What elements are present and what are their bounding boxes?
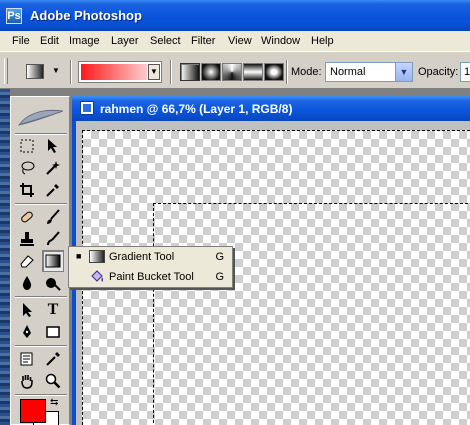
notes-icon[interactable] xyxy=(16,348,38,370)
magic-wand-icon[interactable] xyxy=(42,157,64,179)
hand-icon[interactable] xyxy=(16,370,38,392)
chevron-down-icon: ▼ xyxy=(52,66,60,75)
menu-window[interactable]: Window xyxy=(261,35,300,47)
options-grip[interactable] xyxy=(4,58,8,84)
type-icon[interactable]: T xyxy=(42,299,64,321)
toolbox-divider xyxy=(15,394,67,396)
radial-gradient-button[interactable] xyxy=(201,63,221,81)
opacity-input[interactable]: 1 xyxy=(460,62,470,82)
menu-filter[interactable]: Filter xyxy=(191,35,215,47)
document-title: rahmen @ 66,7% (Layer 1, RGB/8) xyxy=(100,102,293,116)
mode-select[interactable]: Normal ▼ xyxy=(325,62,413,82)
dodge-icon[interactable] xyxy=(42,272,64,294)
path-select-icon[interactable] xyxy=(16,299,38,321)
document-titlebar[interactable]: rahmen @ 66,7% (Layer 1, RGB/8) xyxy=(72,96,470,121)
zoom-icon[interactable] xyxy=(42,370,64,392)
menu-layer[interactable]: Layer xyxy=(111,35,139,47)
selected-bullet-icon: ■ xyxy=(76,251,82,261)
flyout-item-shortcut: G xyxy=(215,271,224,283)
toolbox: T ⇆ xyxy=(10,96,70,425)
photoshop-logo-icon: Ps xyxy=(6,8,22,24)
options-bar: ▼ ▼ Mode: Normal ▼ Opacity: 1 xyxy=(0,51,470,89)
tool-flyout-menu: ■ Gradient Tool G Paint Bucket Tool G xyxy=(68,246,233,288)
chevron-down-icon[interactable]: ▼ xyxy=(395,63,412,81)
reflected-gradient-button[interactable] xyxy=(243,63,263,81)
brush-icon[interactable] xyxy=(42,206,64,228)
selection-marquee xyxy=(153,203,470,425)
menu-image[interactable]: Image xyxy=(69,35,100,47)
options-divider xyxy=(286,60,288,84)
flyout-item-gradient-tool[interactable]: ■ Gradient Tool G xyxy=(69,247,232,267)
linear-gradient-button[interactable] xyxy=(180,63,200,81)
blur-icon[interactable] xyxy=(16,272,38,294)
flyout-item-label: Paint Bucket Tool xyxy=(109,271,194,283)
pen-icon[interactable] xyxy=(16,321,38,343)
healing-brush-icon[interactable] xyxy=(16,206,38,228)
crop-icon[interactable] xyxy=(16,179,38,201)
gradient-preset-icon xyxy=(26,64,44,79)
menu-help[interactable]: Help xyxy=(311,35,334,47)
app-title: Adobe Photoshop xyxy=(30,8,142,23)
eraser-icon[interactable] xyxy=(16,250,38,272)
menu-file[interactable]: File xyxy=(12,35,30,47)
chevron-down-icon[interactable]: ▼ xyxy=(148,64,160,80)
opacity-value: 1 xyxy=(464,66,470,78)
mode-value: Normal xyxy=(330,66,366,78)
clone-stamp-icon[interactable] xyxy=(16,228,38,250)
gradient-icon xyxy=(89,250,105,263)
flyout-item-shortcut: G xyxy=(215,251,224,263)
gradient-icon[interactable] xyxy=(42,250,64,272)
toolbox-divider xyxy=(15,296,67,298)
document-icon xyxy=(80,101,94,115)
options-divider xyxy=(170,60,172,84)
flyout-item-paint-bucket-tool[interactable]: Paint Bucket Tool G xyxy=(69,267,232,287)
lasso-icon[interactable] xyxy=(16,157,38,179)
diamond-gradient-button[interactable] xyxy=(264,63,284,81)
menu-bar: File Edit Image Layer Select Filter View… xyxy=(0,31,470,51)
gradient-picker[interactable]: ▼ xyxy=(78,61,162,83)
menu-edit[interactable]: Edit xyxy=(40,35,59,47)
eyedropper-icon[interactable] xyxy=(42,179,64,201)
toolbox-divider xyxy=(15,203,67,205)
paint-bucket-icon xyxy=(89,270,105,283)
eyedropper-icon[interactable] xyxy=(42,348,64,370)
menu-select[interactable]: Select xyxy=(150,35,181,47)
flyout-item-label: Gradient Tool xyxy=(109,251,175,263)
angle-gradient-button[interactable] xyxy=(222,63,242,81)
tool-preset-picker[interactable]: ▼ xyxy=(22,61,64,83)
desktop-edge xyxy=(0,89,10,425)
menu-view[interactable]: View xyxy=(228,35,252,47)
rectangle-shape-icon[interactable] xyxy=(42,321,64,343)
app-titlebar[interactable]: Ps Adobe Photoshop xyxy=(0,0,470,31)
gradient-preview[interactable] xyxy=(81,64,147,80)
foreground-color-swatch[interactable] xyxy=(20,399,46,423)
move-icon[interactable] xyxy=(42,135,64,157)
feather-logo-icon xyxy=(18,109,64,126)
opacity-label: Opacity: xyxy=(418,66,459,78)
history-brush-icon[interactable] xyxy=(42,228,64,250)
swap-colors-icon[interactable]: ⇆ xyxy=(50,397,58,408)
options-divider xyxy=(70,60,72,84)
mode-label: Mode: xyxy=(291,66,322,78)
toolbox-divider xyxy=(15,345,67,347)
rect-marquee-icon[interactable] xyxy=(16,135,38,157)
